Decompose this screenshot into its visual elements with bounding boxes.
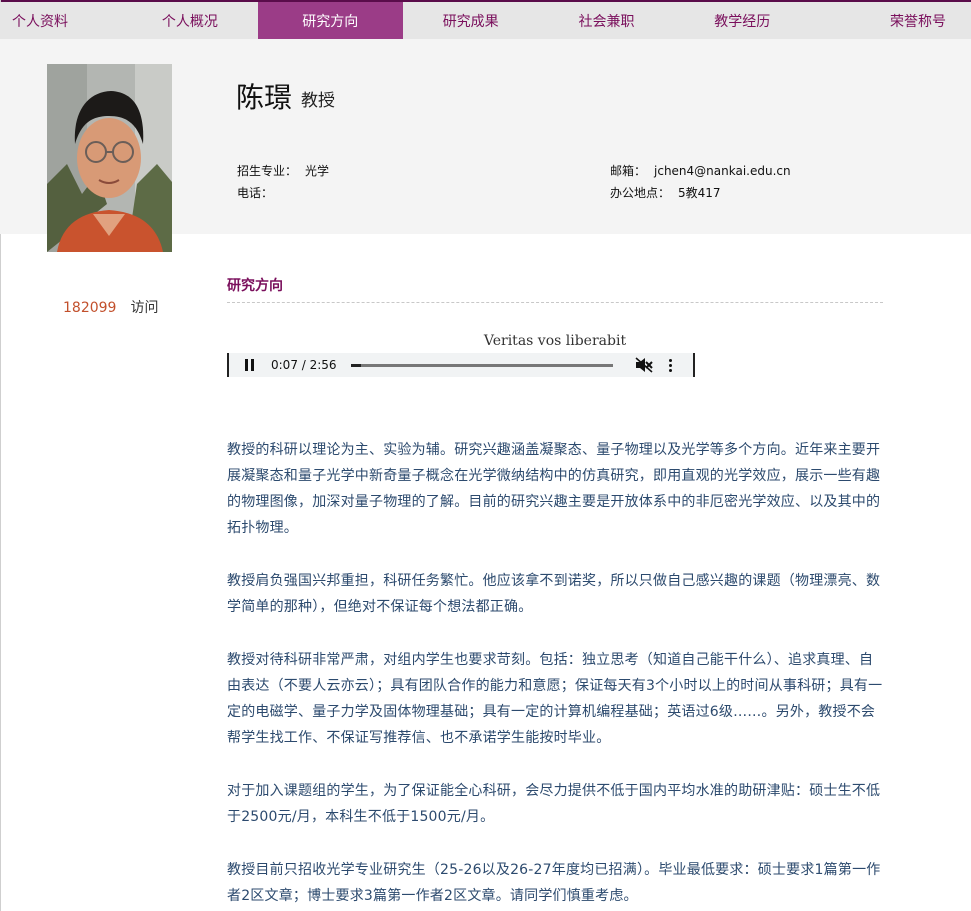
nav-item-social-roles[interactable]: 社会兼职 xyxy=(539,2,675,39)
visit-counter: 182099 访问 xyxy=(63,297,158,317)
pause-icon[interactable] xyxy=(245,359,257,371)
more-options-icon[interactable] xyxy=(668,358,673,372)
audio-progress-fill xyxy=(350,363,362,367)
section-divider xyxy=(227,302,883,303)
visit-label: 访问 xyxy=(130,300,159,316)
nav-item-achievements[interactable]: 研究成果 xyxy=(403,2,539,39)
mute-icon[interactable] xyxy=(635,357,653,373)
top-nav: 个人资料 个人概况 研究方向 研究成果 社会兼职 教学经历 荣誉称号 xyxy=(0,2,971,39)
info-phone: 电话： xyxy=(237,184,281,201)
profile-name: 陈璟 xyxy=(236,81,293,114)
research-paragraph-2: 教授肩负强国兴邦重担，科研任务繁忙。他应该拿不到诺奖，所以只做自己感兴趣的课题（… xyxy=(227,573,881,615)
visit-count: 182099 xyxy=(63,300,117,316)
info-email: 邮箱： jchen4@nankai.edu.cn xyxy=(610,162,791,179)
info-office-label: 办公地点： xyxy=(610,186,671,200)
research-paragraph-1: 教授的科研以理论为主、实验为辅。研究兴趣涵盖凝聚态、量子物理以及光学等多个方向。… xyxy=(227,442,881,536)
info-email-label: 邮箱： xyxy=(610,164,647,178)
info-major: 招生专业： 光学 xyxy=(237,162,329,179)
audio-caption: Veritas vos liberabit xyxy=(483,333,627,349)
audio-time: 0:07 / 2:56 xyxy=(271,358,337,372)
audio-progress-bar[interactable] xyxy=(350,363,613,367)
nav-item-overview[interactable]: 个人概况 xyxy=(122,2,258,39)
nav-item-profile[interactable]: 个人资料 xyxy=(0,2,122,39)
research-paragraph-3: 教授对待科研非常严肃，对组内学生也要求苛刻。包括：独立思考（知道自己能干什么）、… xyxy=(227,652,883,746)
section-title: 研究方向 xyxy=(227,278,283,294)
profile-title: 教授 xyxy=(301,91,335,111)
info-major-value: 光学 xyxy=(305,164,330,178)
info-major-label: 招生专业： xyxy=(237,164,298,178)
audio-player[interactable]: 0:07 / 2:56 xyxy=(227,353,695,377)
research-paragraph-4: 对于加入课题组的学生，为了保证能全心科研，会尽力提供不低于国内平均水准的助研津贴… xyxy=(227,783,881,825)
nav-item-teaching[interactable]: 教学经历 xyxy=(674,2,810,39)
info-office-value: 5教417 xyxy=(678,186,721,200)
info-phone-label: 电话： xyxy=(237,186,274,200)
nav-item-research[interactable]: 研究方向 xyxy=(257,2,403,39)
info-email-value[interactable]: jchen4@nankai.edu.cn xyxy=(654,164,791,178)
nav-item-honors[interactable]: 荣誉称号 xyxy=(810,2,971,39)
portrait-image xyxy=(47,64,172,252)
profile-photo xyxy=(47,64,172,252)
research-paragraph-5: 教授目前只招收光学专业研究生（25-26以及26-27年度均已招满）。毕业最低要… xyxy=(227,862,881,904)
info-office: 办公地点： 5教417 xyxy=(610,184,721,201)
